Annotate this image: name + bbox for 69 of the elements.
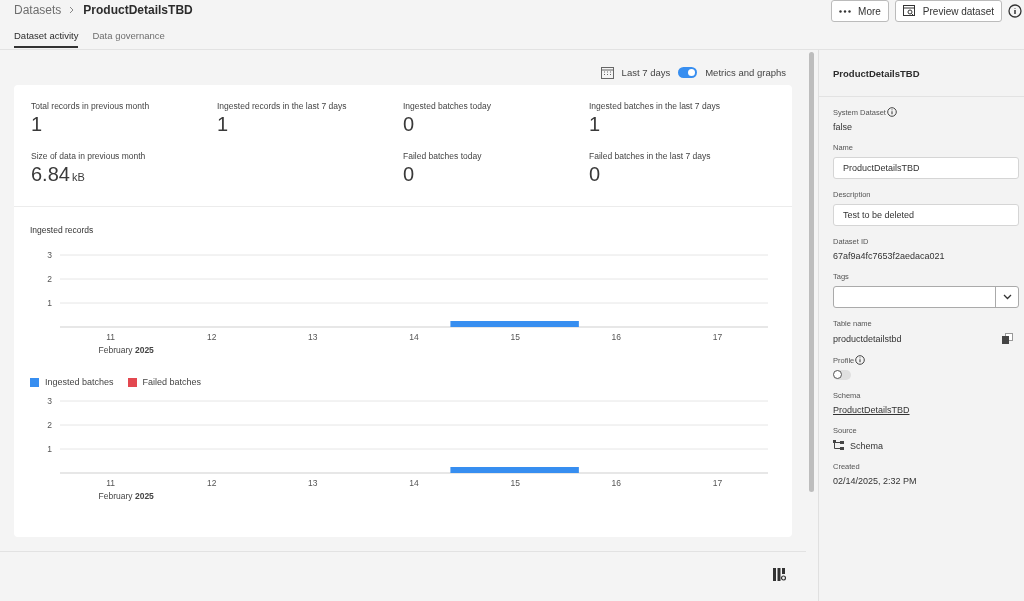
metric-label: Failed batches in the last 7 days <box>589 151 711 161</box>
metric-label: Ingested batches today <box>403 101 491 111</box>
field-value: productdetailstbd <box>833 333 902 344</box>
toggle-switch[interactable] <box>833 370 851 380</box>
metric-value: 0 <box>403 112 415 137</box>
more-button[interactable]: More <box>831 0 889 22</box>
metric-value: 0 <box>589 162 601 187</box>
x-tick-label: 17 <box>712 332 723 342</box>
hierarchy-icon <box>833 440 844 451</box>
legend-label: Ingested batches <box>45 377 114 387</box>
panel-title: ProductDetailsTBD <box>833 67 920 79</box>
date-caption: February 2025 <box>98 345 154 355</box>
metric-label: Total records in previous month <box>31 101 150 111</box>
date-range-label[interactable]: Last 7 days <box>621 66 671 78</box>
x-tick-label: 14 <box>409 478 419 488</box>
tab[interactable]: Dataset activity <box>14 30 79 48</box>
metric-value: 6.84kB <box>31 162 85 187</box>
breadcrumb-link[interactable]: Datasets <box>14 3 62 17</box>
breadcrumb-current: ProductDetailsTBD <box>83 3 193 17</box>
x-tick-label: 11 <box>106 332 115 342</box>
field-value: 67af9a4fc7653f2aedaca021 <box>833 251 945 261</box>
y-tick-label: 1 <box>47 444 52 454</box>
metric-label: Size of data in previous month <box>31 151 146 161</box>
legend-label: Failed batches <box>142 377 202 387</box>
metric-label: Ingested batches in the last 7 days <box>589 101 720 111</box>
text-field[interactable]: ProductDetailsTBD <box>833 157 1019 179</box>
tab[interactable]: Data governance <box>92 30 165 48</box>
y-tick-label: 1 <box>47 298 52 308</box>
copy-icon[interactable] <box>1002 333 1013 344</box>
y-tick-label: 3 <box>47 250 52 260</box>
info-icon[interactable] <box>886 107 897 117</box>
schema-link[interactable]: ProductDetailsTBD <box>833 405 910 415</box>
metric-value: 0 <box>403 162 415 187</box>
chevron-down-icon <box>1002 294 1012 300</box>
y-tick-label: 2 <box>47 420 52 430</box>
chart-title: Ingested records <box>30 225 95 235</box>
x-tick-label: 12 <box>207 332 217 342</box>
date-caption: February 2025 <box>98 491 154 501</box>
metric-value: 1 <box>589 112 601 137</box>
chevron-icon <box>69 6 76 14</box>
info-icon[interactable] <box>855 355 866 365</box>
x-tick-label: 15 <box>510 332 520 342</box>
x-tick-label: 16 <box>611 332 621 342</box>
x-tick-label: 17 <box>712 478 723 488</box>
y-tick-label: 2 <box>47 274 52 284</box>
toggle-label: Metrics and graphs <box>705 66 786 78</box>
x-tick-label: 14 <box>409 332 419 342</box>
toggle-switch[interactable] <box>678 66 698 78</box>
x-tick-label: 12 <box>207 478 217 488</box>
x-tick-label: 13 <box>308 332 318 342</box>
columns-settings-icon[interactable] <box>773 568 786 581</box>
preview-icon <box>902 5 916 17</box>
more-icon <box>839 9 852 13</box>
calendar-icon[interactable] <box>600 65 614 79</box>
x-tick-label: 11 <box>106 478 115 488</box>
metric-value: 1 <box>31 112 43 137</box>
text-field[interactable]: Test to be deleted <box>833 204 1019 226</box>
x-tick-label: 16 <box>611 478 621 488</box>
preview-button[interactable]: Preview dataset <box>894 0 1002 22</box>
field-value: 02/14/2025, 2:32 PM <box>833 476 917 486</box>
metric-value: 1 <box>217 112 229 137</box>
metric-label: Failed batches today <box>403 151 482 161</box>
y-tick-label: 3 <box>47 396 52 406</box>
field-value: false <box>833 122 852 132</box>
field-value: Schema <box>850 440 884 451</box>
x-tick-label: 13 <box>308 478 318 488</box>
info-icon[interactable] <box>1008 4 1022 18</box>
x-tick-label: 15 <box>510 478 520 488</box>
metric-label: Ingested records in the last 7 days <box>217 101 347 111</box>
